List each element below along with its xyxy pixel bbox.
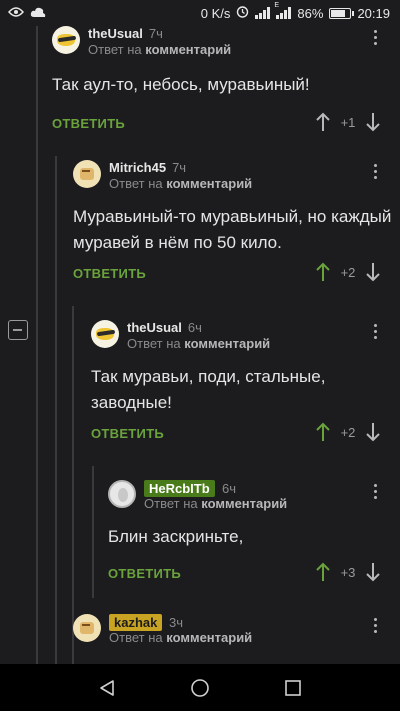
reply-target-link[interactable]: комментарий [166,176,252,191]
cloud-icon [30,6,46,21]
avatar[interactable] [52,26,80,54]
comment-text: Блин заскриньте, [108,527,244,546]
avatar[interactable] [73,160,101,188]
comment-age: 6ч [222,481,237,496]
alarm-icon [236,5,249,21]
author-name[interactable]: theUsual 6ч [127,320,202,335]
comment-age: 7ч [172,160,187,175]
comment-age: 7ч [148,26,163,41]
comment: theUsual 7ч Ответ на комментарий Так аул-… [52,26,392,142]
more-icon[interactable] [374,164,378,182]
vote-score: +2 [340,424,356,440]
reply-to: Ответ на комментарий [127,336,271,351]
downvote-icon[interactable] [366,262,380,282]
reply-to: Ответ на комментарий [109,630,253,645]
more-icon[interactable] [374,324,378,342]
status-bar: 0 K/s E 86% 20:19 [0,0,400,26]
author-name[interactable]: HeRcbITb [144,480,215,497]
thread-line [55,156,57,664]
more-icon[interactable] [374,30,378,48]
comment: theUsual 6ч Ответ на комментарий Так мура… [91,320,393,452]
collapse-icon[interactable] [8,320,28,340]
reply-to: Ответ на комментарий [88,42,232,57]
avatar[interactable] [91,320,119,348]
downvote-icon[interactable] [366,112,380,132]
downvote-icon[interactable] [366,422,380,442]
more-icon[interactable] [374,618,378,636]
comment-age: 6ч [187,320,202,335]
author-name[interactable]: kazhak [109,614,163,631]
signal-icon: E [274,2,292,19]
avatar[interactable] [73,614,101,642]
back-icon[interactable] [93,674,121,702]
reply-button[interactable]: ОТВЕТИТЬ [73,266,146,281]
vote-score: +3 [340,564,356,580]
thread-line [72,306,74,664]
reply-target-link[interactable]: комментарий [201,496,287,511]
downvote-icon[interactable] [366,562,380,582]
comment: kazhak 3ч Ответ на комментарий [73,614,393,654]
reply-target-link[interactable]: комментарий [166,630,252,645]
battery-percent: 86% [297,5,324,21]
author-name[interactable]: theUsual 7ч [88,26,163,41]
reply-button[interactable]: ОТВЕТИТЬ [52,116,125,131]
comment: HeRcbITb 6ч Ответ на комментарий Блин за… [108,480,393,592]
comment-feed[interactable]: theUsual 7ч Ответ на комментарий Так аул-… [0,26,400,664]
reply-button[interactable]: ОТВЕТИТЬ [91,426,164,441]
reply-to: Ответ на комментарий [109,176,253,191]
eye-icon [8,6,24,21]
comment-age: 3ч [169,615,184,630]
network-speed: 0 K/s [200,5,231,21]
thread-line [92,466,94,598]
home-icon[interactable] [186,674,214,702]
network-type: E [274,2,280,9]
battery-icon [329,7,355,19]
navigation-bar [0,664,400,711]
clock: 20:19 [357,5,390,21]
reply-to: Ответ на комментарий [144,496,288,511]
signal-icon [255,7,271,19]
vote-score: +1 [340,114,356,130]
comment-text: Так муравьи, поди, стальные, заводные! [91,367,326,412]
reply-target-link[interactable]: комментарий [184,336,270,351]
thread-line [36,26,38,664]
avatar[interactable] [108,480,136,508]
upvote-icon[interactable] [316,562,330,582]
recents-icon[interactable] [279,674,307,702]
upvote-icon[interactable] [316,262,330,282]
more-icon[interactable] [374,484,378,502]
upvote-icon[interactable] [316,112,330,132]
author-name[interactable]: Mitrich45 7ч [109,160,186,175]
reply-button[interactable]: ОТВЕТИТЬ [108,566,181,581]
vote-score: +2 [340,264,356,280]
comment-text: Так аул-то, небось, муравьиный! [52,75,310,94]
upvote-icon[interactable] [316,422,330,442]
comment: Mitrich45 7ч Ответ на комментарий Муравьи… [73,160,393,292]
comment-text: Муравьиный-то муравьиный, но каждый мура… [73,207,392,252]
reply-target-link[interactable]: комментарий [145,42,231,57]
